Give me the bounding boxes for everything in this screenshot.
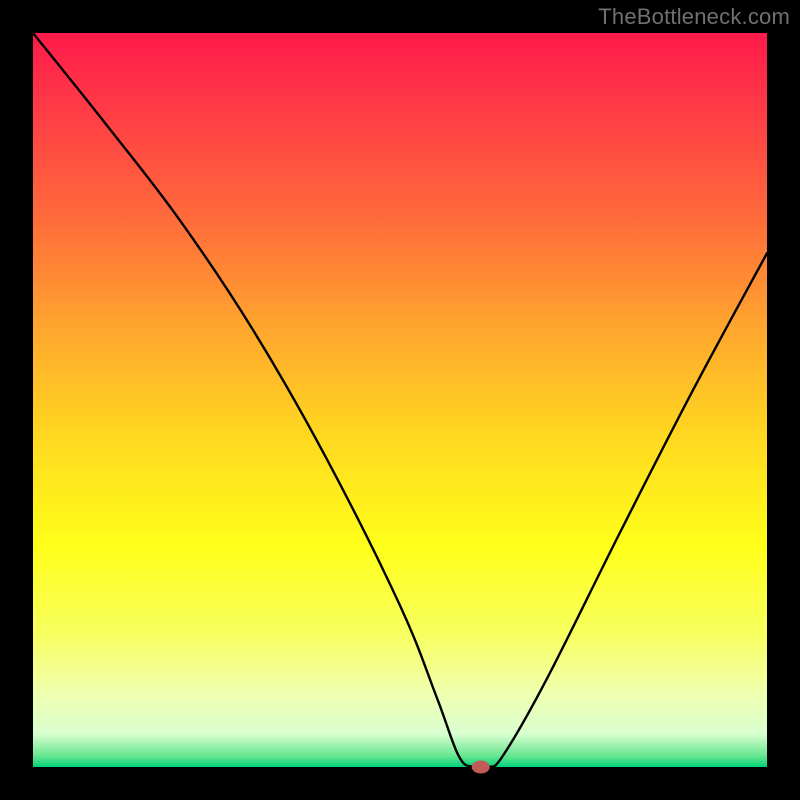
plot-background (33, 33, 767, 767)
chart-frame: TheBottleneck.com (0, 0, 800, 800)
bottleneck-chart (0, 0, 800, 800)
optimum-marker (472, 761, 490, 774)
watermark-label: TheBottleneck.com (598, 4, 790, 30)
